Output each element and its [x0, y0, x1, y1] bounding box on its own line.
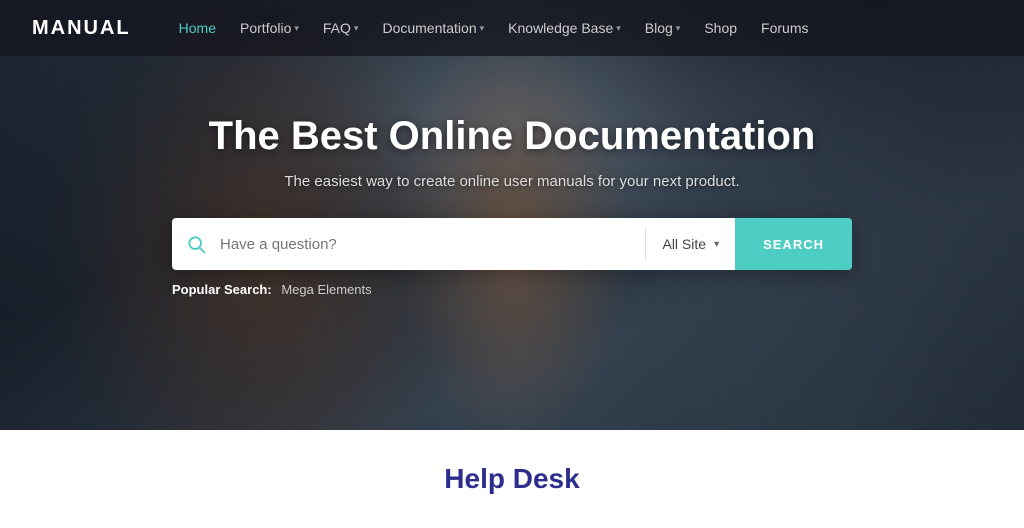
- chevron-down-icon: ▾: [676, 23, 681, 34]
- nav-item-documentation[interactable]: Documentation ▾: [382, 20, 484, 36]
- popular-search-label: Popular Search:: [172, 282, 272, 297]
- nav-item-shop[interactable]: Shop: [704, 20, 737, 36]
- search-bar: All Site ▾ SEARCH: [172, 218, 852, 270]
- nav-link-portfolio[interactable]: Portfolio ▾: [240, 20, 299, 36]
- popular-search: Popular Search: Mega Elements: [172, 282, 852, 297]
- bottom-section: Help Desk: [0, 430, 1024, 528]
- hero-content: The Best Online Documentation The easies…: [0, 113, 1024, 297]
- help-desk-title: Help Desk: [444, 463, 579, 495]
- site-logo[interactable]: MANUAL: [32, 17, 131, 40]
- hero-title: The Best Online Documentation: [80, 113, 944, 159]
- nav-item-faq[interactable]: FAQ ▾: [323, 20, 359, 36]
- search-button[interactable]: SEARCH: [735, 218, 852, 270]
- nav-link-knowledge-base[interactable]: Knowledge Base ▾: [508, 20, 621, 36]
- chevron-down-icon: ▾: [294, 23, 299, 34]
- nav-link-home[interactable]: Home: [179, 20, 216, 36]
- nav-item-portfolio[interactable]: Portfolio ▾: [240, 20, 299, 36]
- nav-link-faq[interactable]: FAQ ▾: [323, 20, 359, 36]
- search-input[interactable]: [220, 218, 645, 270]
- nav-links: Home Portfolio ▾ FAQ ▾ Documentation ▾ K…: [179, 20, 809, 36]
- popular-search-tag[interactable]: Mega Elements: [281, 282, 371, 297]
- dropdown-label: All Site: [662, 236, 706, 252]
- hero-section: The Best Online Documentation The easies…: [0, 0, 1024, 430]
- chevron-down-icon: ▾: [616, 23, 621, 34]
- nav-link-shop[interactable]: Shop: [704, 20, 737, 36]
- chevron-down-icon: ▾: [354, 23, 359, 34]
- search-icon: [172, 234, 220, 254]
- search-icon-svg: [186, 234, 206, 254]
- chevron-down-icon: ▾: [480, 23, 485, 34]
- navbar: MANUAL Home Portfolio ▾ FAQ ▾ Documentat…: [0, 0, 1024, 56]
- nav-item-blog[interactable]: Blog ▾: [645, 20, 681, 36]
- nav-item-home[interactable]: Home: [179, 20, 216, 36]
- nav-link-documentation[interactable]: Documentation ▾: [382, 20, 484, 36]
- nav-link-forums[interactable]: Forums: [761, 20, 808, 36]
- hero-subtitle: The easiest way to create online user ma…: [80, 173, 944, 190]
- search-dropdown[interactable]: All Site ▾: [646, 218, 735, 270]
- nav-item-forums[interactable]: Forums: [761, 20, 808, 36]
- chevron-down-icon: ▾: [714, 239, 719, 250]
- nav-item-knowledge-base[interactable]: Knowledge Base ▾: [508, 20, 621, 36]
- nav-link-blog[interactable]: Blog ▾: [645, 20, 681, 36]
